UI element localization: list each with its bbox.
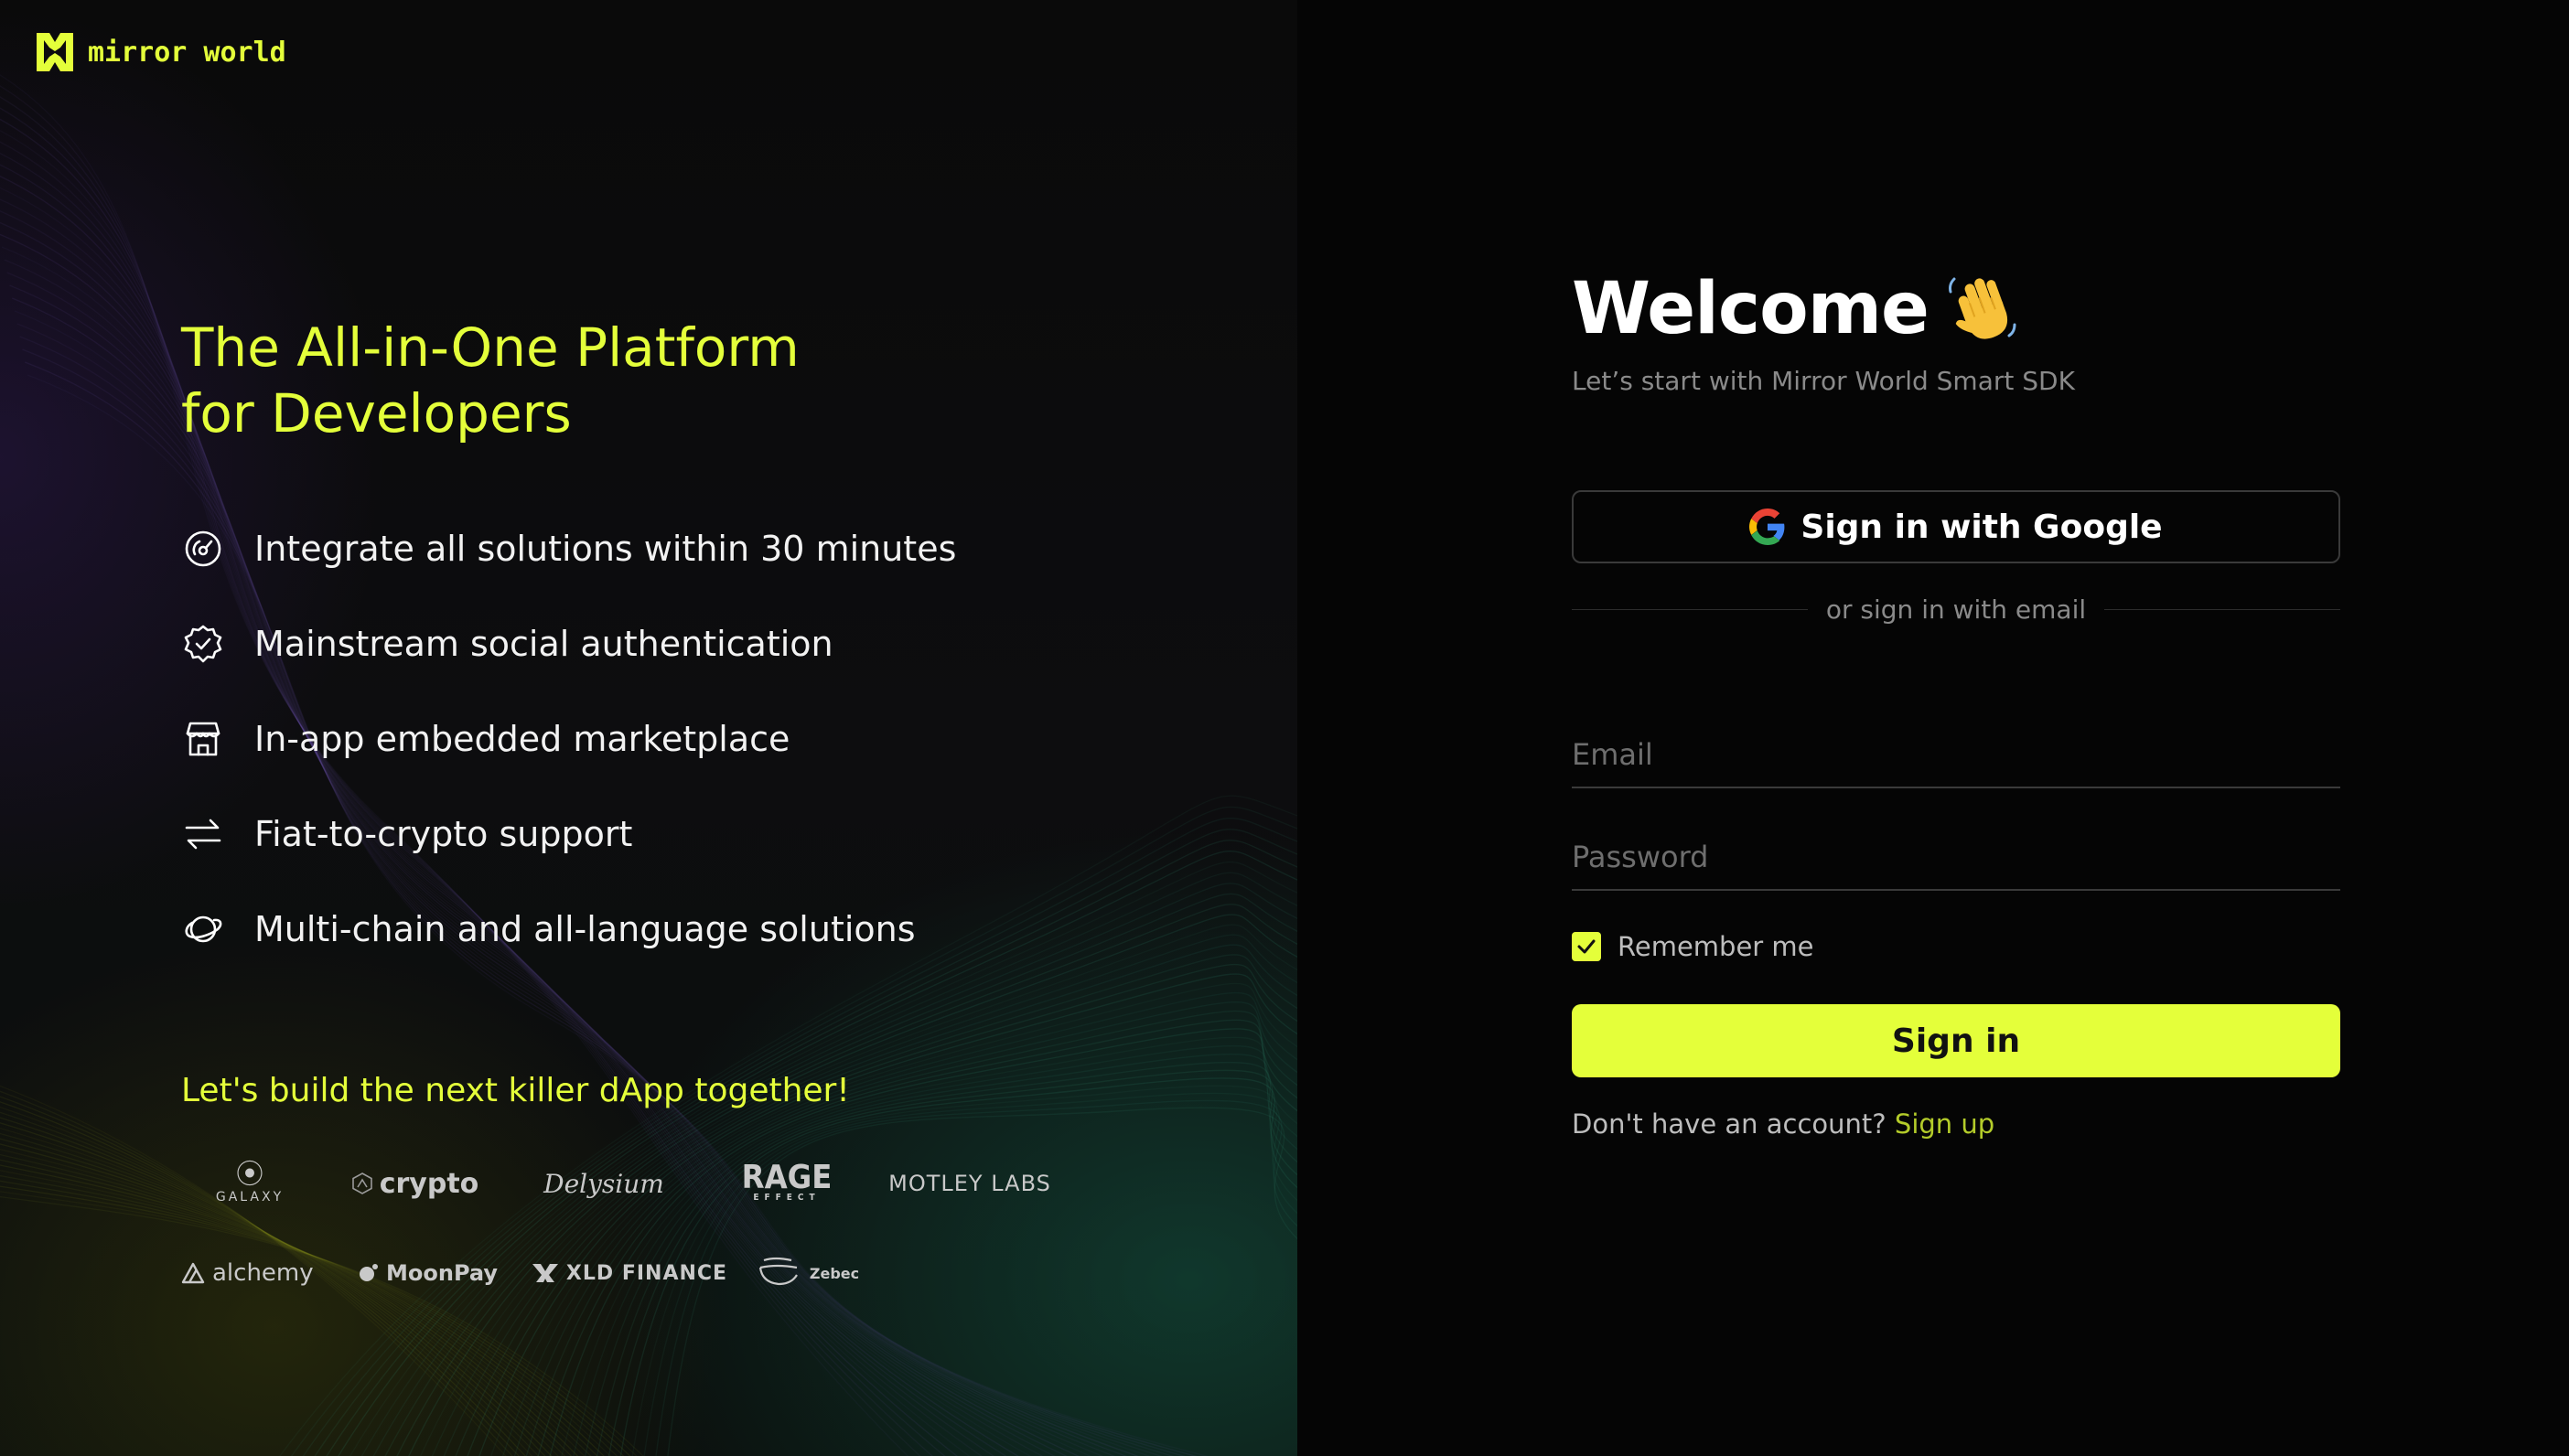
google-signin-label: Sign in with Google [1800,508,2163,546]
partner-moonpay-label: MoonPay [386,1260,498,1286]
partner-moonpay-logo: MoonPay [337,1260,520,1286]
feature-list: Integrate all solutions within 30 minute… [181,501,956,977]
google-signin-button[interactable]: Sign in with Google [1572,490,2340,563]
email-field-wrapper [1572,723,2340,788]
partner-delysium-logo: Delysium [543,1168,664,1199]
partner-zebec-logo: Zebec [739,1255,876,1291]
partner-motley-labs-logo: MOTLEY LABS [888,1171,1051,1196]
headline-line-2: for Developers [181,382,572,444]
verified-badge-icon [181,622,225,666]
feature-item: Multi-chain and all-language solutions [181,882,956,977]
partner-rage-logo: RAGE EFFECT [695,1159,878,1204]
feature-label: Multi-chain and all-language solutions [254,909,916,949]
divider-line [2104,608,2340,610]
feature-label: In-app embedded marketplace [254,719,790,759]
waving-hand-icon [1948,277,2016,339]
signup-link[interactable]: Sign up [1895,1108,1994,1140]
partner-row: ⦿ GALAXY crypto Delysium RAGE EFFECT MOT… [181,1151,1096,1216]
remember-me-label: Remember me [1618,931,1814,962]
partner-alchemy-logo: alchemy [181,1259,337,1287]
feature-label: Integrate all solutions within 30 minute… [254,529,957,569]
partner-row: alchemy MoonPay XLD FINANCE Zebec [181,1240,1096,1306]
partner-rage-label: RAGE [741,1159,833,1196]
partner-crypto-logo: crypto [318,1168,512,1200]
partner-rage-sub: EFFECT [753,1193,821,1203]
crypto-com-icon [351,1172,372,1194]
divider-line [1572,608,1808,610]
storefront-icon [181,717,225,761]
headline-line-1: The All-in-One Platform [181,316,800,379]
divider-text: or sign in with email [1825,594,2087,625]
checkmark-icon [1577,939,1596,954]
brand-logo[interactable]: mirror world [33,29,286,75]
google-icon [1749,509,1785,545]
partner-alchemy-label: alchemy [212,1259,314,1287]
zebec-icon [758,1257,798,1286]
email-divider: or sign in with email [1572,591,2340,627]
feature-label: Mainstream social authentication [254,624,833,664]
email-field[interactable] [1572,723,2340,787]
partner-galaxy-logo: ⦿ GALAXY [181,1159,318,1205]
tagline: Let's build the next killer dApp togethe… [181,1072,850,1109]
partner-zebec-label: Zebec [809,1264,860,1282]
moonpay-icon [360,1264,378,1281]
partner-galaxy-label: GALAXY [215,1190,285,1204]
feature-item: In-app embedded marketplace [181,691,956,787]
signin-button[interactable]: Sign in [1572,1004,2340,1077]
signup-prompt-text: Don't have an account? [1572,1108,1886,1140]
planet-icon [181,907,225,951]
swap-arrows-icon [181,812,225,856]
signin-button-label: Sign in [1891,1022,2021,1060]
feature-item: Integrate all solutions within 30 minute… [181,501,956,596]
brand-name: mirror world [88,36,286,69]
partner-logos: ⦿ GALAXY crypto Delysium RAGE EFFECT MOT… [181,1151,1096,1330]
feature-item: Fiat-to-crypto support [181,787,956,882]
password-field[interactable] [1572,825,2340,889]
partner-crypto-label: crypto [379,1167,479,1200]
feature-label: Fiat-to-crypto support [254,814,633,854]
welcome-title: Welcome [1572,268,1929,350]
galaxy-swirl-icon: ⦿ [236,1159,263,1191]
alchemy-icon [181,1262,205,1284]
welcome-heading: Welcome [1572,267,2020,351]
welcome-subtitle: Let’s start with Mirror World Smart SDK [1572,366,2075,396]
gauge-icon [181,527,225,571]
page-headline: The All-in-One Platform for Developers [181,315,800,446]
mirror-world-logo-icon [37,33,73,71]
signup-prompt: Don't have an account? Sign up [1572,1108,1994,1140]
xld-icon [532,1264,558,1282]
partner-xld-finance-logo: XLD FINANCE [520,1262,739,1285]
feature-item: Mainstream social authentication [181,596,956,691]
partner-xld-label: XLD FINANCE [565,1261,728,1285]
remember-me-checkbox[interactable] [1572,932,1601,961]
password-field-wrapper [1572,825,2340,891]
remember-me-toggle[interactable]: Remember me [1572,931,1814,962]
left-panel: mirror world The All-in-One Platform for… [0,0,1297,1456]
